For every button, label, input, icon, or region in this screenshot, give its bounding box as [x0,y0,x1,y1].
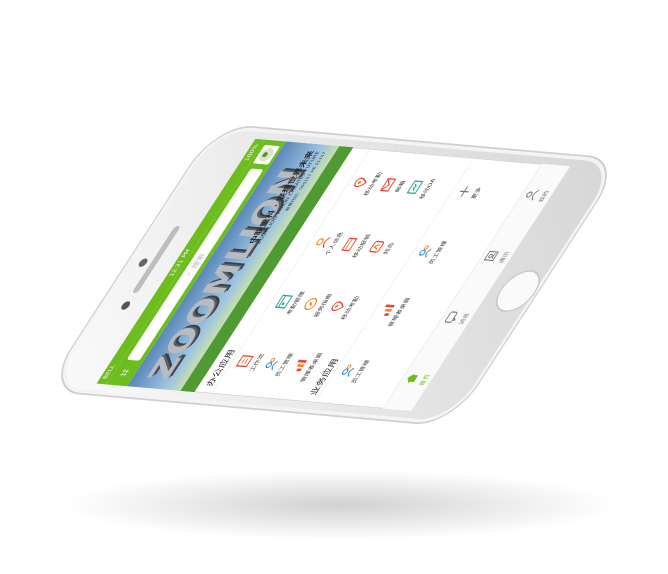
phone-device: BELL 12:21 PM 100% ⌗ ⌕ 搜索 ZOOMLION 中联重科 … [42,122,626,428]
search-icon: ⌕ [184,271,194,277]
phone-screen: BELL 12:21 PM 100% ⌗ ⌕ 搜索 ZOOMLION 中联重科 … [96,138,571,412]
stage: BELL 12:21 PM 100% ⌗ ⌕ 搜索 ZOOMLION 中联重科 … [0,0,668,574]
